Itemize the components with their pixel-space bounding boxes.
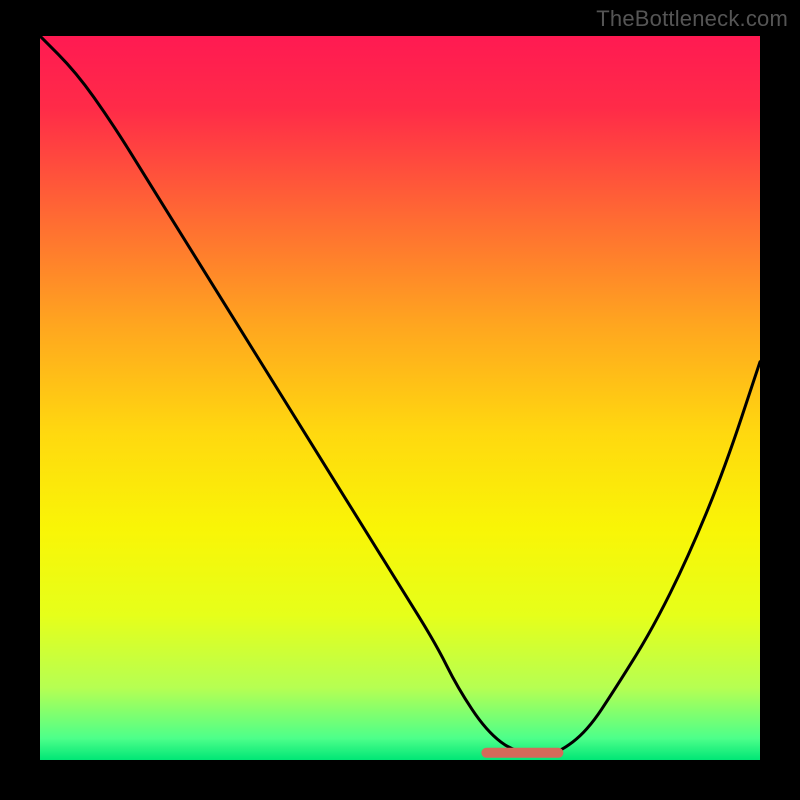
curve-layer — [40, 36, 760, 760]
bottleneck-curve — [40, 36, 760, 753]
chart-stage: TheBottleneck.com — [0, 0, 800, 800]
watermark-text: TheBottleneck.com — [596, 6, 788, 32]
